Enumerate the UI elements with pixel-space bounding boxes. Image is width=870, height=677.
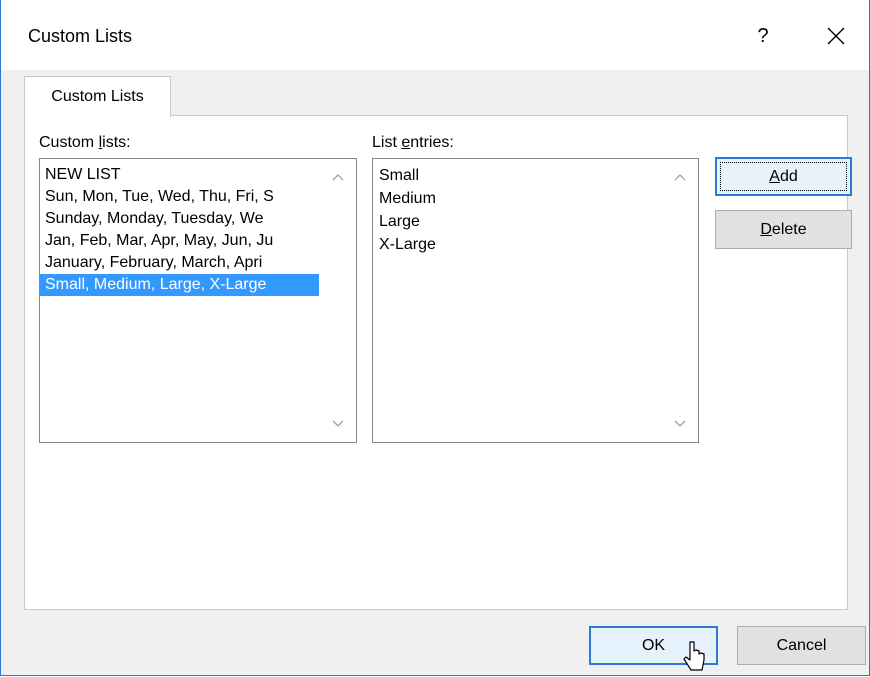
help-button[interactable]: ?: [743, 18, 783, 54]
cancel-button[interactable]: Cancel: [737, 626, 866, 665]
custom-lists-items: NEW LIST Sun, Mon, Tue, Wed, Thu, Fri, S…: [40, 159, 356, 296]
add-button[interactable]: Add: [715, 157, 852, 196]
ok-button-label: OK: [641, 636, 666, 654]
list-entry: X-Large: [379, 236, 436, 253]
custom-lists-label: Custom lists:: [39, 134, 131, 151]
tab-custom-lists[interactable]: Custom Lists: [24, 76, 171, 117]
delete-button-label: Delete: [760, 220, 807, 238]
tab-panel: Custom lists: NEW LIST Sun, Mon, Tue, We…: [24, 115, 852, 610]
list-entry: Large: [379, 213, 420, 230]
delete-button[interactable]: Delete: [715, 210, 852, 249]
list-item[interactable]: January, February, March, Apri: [40, 252, 356, 274]
list-item[interactable]: NEW LIST: [40, 164, 356, 186]
scroll-up-icon[interactable]: [330, 169, 346, 185]
custom-lists-dialog: Custom Lists ? Custom Lists Custom lists…: [0, 0, 870, 676]
scroll-down-icon[interactable]: [330, 416, 346, 432]
focus-rect: [720, 162, 847, 191]
scroll-up-icon[interactable]: [672, 169, 688, 185]
close-button[interactable]: [816, 18, 856, 54]
scroll-down-icon[interactable]: [672, 416, 688, 432]
list-entries-textbox[interactable]: Small Medium Large X-Large: [372, 158, 699, 443]
list-entries-label: List entries:: [372, 134, 454, 151]
tab-label: Custom Lists: [51, 88, 144, 105]
dialog-title: Custom Lists: [28, 26, 133, 46]
help-icon: ?: [757, 24, 769, 47]
list-item[interactable]: Jan, Feb, Mar, Apr, May, Jun, Ju: [40, 230, 356, 252]
title-bar: Custom Lists ?: [1, 0, 869, 70]
list-item[interactable]: Sun, Mon, Tue, Wed, Thu, Fri, S: [40, 186, 356, 208]
custom-lists-listbox[interactable]: NEW LIST Sun, Mon, Tue, Wed, Thu, Fri, S…: [39, 158, 357, 443]
list-item-selected[interactable]: Small, Medium, Large, X-Large: [40, 274, 319, 296]
list-entry: Small: [379, 167, 420, 184]
list-entry: Medium: [379, 190, 436, 207]
cancel-button-label: Cancel: [776, 636, 827, 654]
mouse-pointer-icon: [683, 641, 705, 671]
list-item[interactable]: Sunday, Monday, Tuesday, We: [40, 208, 356, 230]
list-entries-items: Small Medium Large X-Large: [373, 159, 698, 256]
close-icon: [827, 27, 845, 45]
